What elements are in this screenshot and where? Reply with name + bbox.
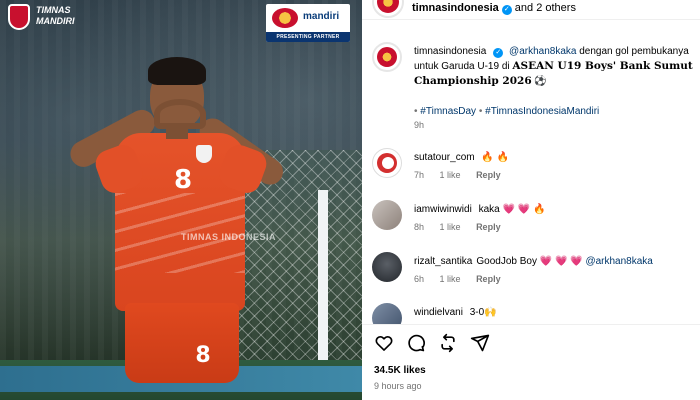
comments-list[interactable]: timnasindonesia ✓ @arkhan8kaka dengan gol… — [362, 20, 700, 324]
comment-avatar[interactable] — [372, 303, 402, 324]
repost-icon[interactable] — [438, 333, 458, 353]
comment-meta: 8h 1 like Reply — [414, 222, 514, 232]
likes-count[interactable]: 34.5K likes — [374, 365, 426, 376]
post-timestamp: 9 hours ago — [374, 381, 422, 391]
fire-emoji: 🔥 🔥 — [481, 152, 510, 163]
garuda-emblem-icon — [272, 8, 298, 28]
reply-button[interactable]: Reply — [476, 170, 501, 180]
comment-time: 6h — [414, 274, 425, 284]
header-username[interactable]: timnasindonesia — [412, 2, 499, 14]
comment-time: 8h — [414, 222, 425, 232]
comment-icon[interactable] — [406, 333, 426, 353]
heart-hands-gesture — [154, 99, 206, 129]
player-hair — [148, 57, 206, 85]
comment-username[interactable]: windielvani — [414, 307, 463, 318]
post-header: timnasindonesia ✓ and 2 others — [362, 0, 700, 20]
verified-icon: ✓ — [501, 5, 512, 15]
comment-text: iamwiwinwidi kaka 💗 💗 🔥 — [414, 202, 694, 217]
comment-message: kaka — [478, 204, 500, 215]
partner-tagline: PRESENTING PARTNER — [266, 32, 350, 42]
post-panel: timnasindonesia ✓ and 2 others timnasindon… — [362, 0, 700, 400]
action-bar: 34.5K likes 9 hours ago — [362, 324, 700, 400]
comment-message: GoodJob Boy — [476, 256, 537, 267]
comment-likes[interactable]: 1 like — [440, 274, 461, 284]
partner-name: mandiri — [303, 11, 340, 22]
reply-button[interactable]: Reply — [476, 222, 501, 232]
comment-avatar[interactable] — [372, 148, 402, 178]
comment-message: 3-0 — [469, 307, 485, 318]
caption-username[interactable]: timnasindonesia — [414, 46, 486, 57]
photo-watermark: TIMNAS INDONESIA — [181, 232, 277, 242]
comment-time: 7h — [414, 170, 425, 180]
comment-likes[interactable]: 1 like — [440, 170, 461, 180]
comment-avatar[interactable] — [372, 252, 402, 282]
comment-username[interactable]: sutatour_com — [414, 152, 475, 163]
heart-emojis: 💗 💗 🔥 — [502, 204, 546, 215]
comment-text: rizalt_santika GoodJob Boy 💗 💗 💗 @arkhan8… — [414, 254, 694, 269]
hashtag-separator: • — [414, 106, 418, 117]
player-shorts — [125, 303, 239, 383]
comment-mention[interactable]: @arkhan8kaka — [585, 256, 652, 267]
comment-username[interactable]: rizalt_santika — [414, 256, 472, 267]
soccer-ball-icon: ⚽ — [534, 76, 547, 87]
comment-meta: 6h 1 like Reply — [414, 274, 514, 284]
post-image[interactable]: 8 8 TIMNAS INDONESIA TIMNAS MANDIRI mand… — [0, 0, 362, 400]
comment-avatar[interactable] — [372, 200, 402, 230]
hashtag-separator: • — [478, 106, 483, 117]
caption-mention[interactable]: @arkhan8kaka — [509, 46, 576, 57]
caption-avatar[interactable] — [372, 42, 402, 72]
jersey-crest — [196, 145, 212, 163]
hashtag-timnasindonesiamandiri[interactable]: #TimnasIndonesiaMandiri — [485, 106, 599, 117]
caption-text-2: untuk Garuda U-19 di — [414, 61, 510, 72]
hashtag-timnasday[interactable]: #TimnasDay — [420, 106, 476, 117]
header-text: timnasindonesia ✓ and 2 others — [412, 2, 576, 15]
comment-likes[interactable]: 1 like — [440, 222, 461, 232]
presenting-partner-box: mandiri PRESENTING PARTNER — [266, 4, 350, 42]
reply-button[interactable]: Reply — [476, 274, 501, 284]
raised-hands-emoji: 🙌 — [484, 307, 497, 318]
shirt-number: 8 — [173, 165, 193, 195]
caption-text-1: dengan gol pembukanya — [579, 46, 689, 57]
comment-text: windielvani 3-0🙌 — [414, 305, 694, 320]
caption-meta: 9h — [414, 120, 437, 130]
caption-text: timnasindonesia ✓ @arkhan8kaka dengan gol… — [414, 44, 694, 119]
player-figure: 8 8 — [65, 55, 300, 400]
share-icon[interactable] — [470, 333, 490, 353]
caption-time: 9h — [414, 120, 425, 130]
heart-emojis: 💗 💗 💗 — [539, 256, 583, 267]
pssi-badge-icon — [8, 4, 30, 30]
comment-username[interactable]: iamwiwinwidi — [414, 204, 472, 215]
verified-icon: ✓ — [493, 48, 504, 58]
comment-text: sutatour_com 🔥 🔥 — [414, 150, 694, 165]
heart-icon[interactable] — [374, 333, 394, 353]
comment-meta: 7h 1 like Reply — [414, 170, 514, 180]
shorts-number: 8 — [195, 343, 211, 368]
header-avatar[interactable] — [372, 0, 404, 18]
timnas-logo: TIMNAS MANDIRI — [36, 5, 75, 26]
header-collaborators[interactable]: and 2 others — [515, 2, 576, 14]
